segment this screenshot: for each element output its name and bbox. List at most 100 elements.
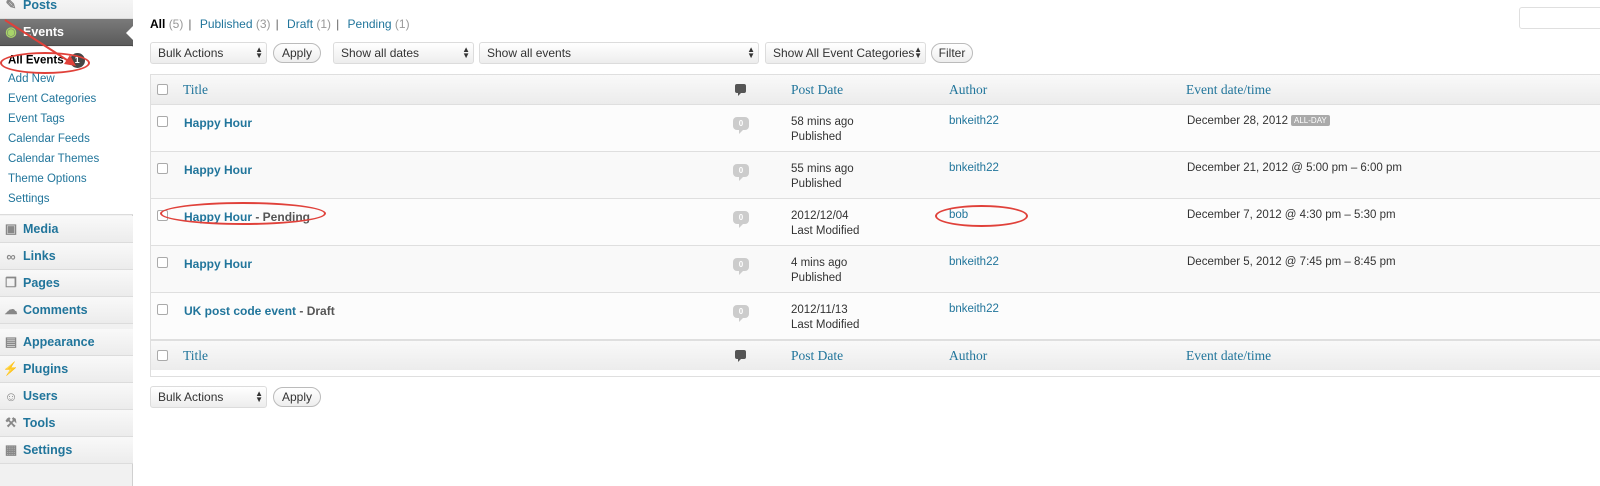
pin-icon: ✎ <box>5 0 17 12</box>
menu-links[interactable]: ∞ Links <box>0 243 133 270</box>
users-icon: ☺ <box>4 388 18 404</box>
submenu-calendar-themes[interactable]: Calendar Themes <box>8 153 99 165</box>
event-title-link[interactable]: Happy Hour <box>184 257 252 271</box>
event-title-link[interactable]: Happy Hour - Pending <box>184 210 310 224</box>
post-date: 58 mins ago Published <box>791 116 854 143</box>
row-checkbox[interactable] <box>157 163 168 174</box>
appearance-icon: ▤ <box>4 334 18 349</box>
view-published[interactable]: Published <box>200 17 253 31</box>
author-link[interactable]: bob <box>949 209 968 221</box>
menu-plugins[interactable]: ⚡ Plugins <box>0 356 133 383</box>
filter-button[interactable]: Filter <box>931 43 973 63</box>
submenu-calendar-feeds[interactable]: Calendar Feeds <box>8 133 90 145</box>
event-date: December 21, 2012 @ 5:00 pm – 6:00 pm <box>1187 162 1402 174</box>
column-author[interactable]: Author <box>949 348 987 364</box>
event-date: December 7, 2012 @ 4:30 pm – 5:30 pm <box>1187 209 1396 221</box>
menu-comments-label: Comments <box>23 303 88 317</box>
select-all-checkbox[interactable] <box>157 84 168 95</box>
column-event-datetime[interactable]: Event date/time <box>1186 82 1271 98</box>
column-post-date[interactable]: Post Date <box>791 348 843 364</box>
submenu-settings[interactable]: Settings <box>8 193 50 205</box>
submenu-event-categories[interactable]: Event Categories <box>8 93 96 105</box>
events-submenu: All Events 1 Add New Event Categories Eve… <box>0 47 133 215</box>
menu-posts-label: Posts <box>23 0 58 12</box>
row-checkbox[interactable] <box>157 257 168 268</box>
menu-appearance-label: Appearance <box>23 335 95 349</box>
author-link[interactable]: bnkeith22 <box>949 115 999 127</box>
pages-icon: ❐ <box>5 275 17 290</box>
view-all[interactable]: All <box>150 17 165 31</box>
comments-icon: ☁ <box>4 302 18 317</box>
apply-button-bottom[interactable]: Apply <box>273 387 321 407</box>
table-row: Happy Hour 0 55 mins ago Published bnkeit… <box>151 152 1600 199</box>
post-date: 4 mins ago Published <box>791 257 848 284</box>
menu-comments[interactable]: ☁ Comments <box>0 297 133 324</box>
menu-plugins-label: Plugins <box>23 362 69 376</box>
table-row: Happy Hour 0 4 mins ago Published bnkeith… <box>151 246 1600 293</box>
pending-count-badge: 1 <box>69 53 85 68</box>
row-checkbox[interactable] <box>157 210 168 221</box>
plugin-icon: ⚡ <box>2 361 20 376</box>
media-icon: ▣ <box>4 221 18 236</box>
column-title[interactable]: Title <box>183 348 208 364</box>
menu-links-label: Links <box>23 249 56 263</box>
events-select[interactable]: Show all events ▲ ▼ <box>479 42 759 64</box>
comment-count-bubble[interactable]: 0 <box>733 164 749 181</box>
author-link[interactable]: bnkeith22 <box>949 162 999 174</box>
bulk-actions-select[interactable]: Bulk Actions ▲ ▼ <box>150 42 267 64</box>
comment-icon <box>735 84 746 96</box>
admin-sidebar: ✎ Posts ◉ Events All Events 1 Add New Eve… <box>0 0 134 486</box>
event-date: December 5, 2012 @ 7:45 pm – 8:45 pm <box>1187 256 1396 268</box>
row-checkbox[interactable] <box>157 304 168 315</box>
comment-count-bubble[interactable]: 0 <box>733 305 749 322</box>
comment-count-bubble[interactable]: 0 <box>733 258 749 275</box>
comment-count-bubble[interactable]: 0 <box>733 117 749 134</box>
view-published-count: (3) <box>255 17 271 31</box>
menu-events[interactable]: ◉ Events <box>0 19 134 46</box>
event-date: December 28, 2012 ALL-DAY <box>1187 115 1330 127</box>
submenu-all-events[interactable]: All Events 1 <box>8 53 85 68</box>
menu-media[interactable]: ▣ Media <box>0 216 133 243</box>
select-arrows-icon: ▲ ▼ <box>255 45 263 60</box>
categories-select[interactable]: Show All Event Categories ▲ ▼ <box>765 42 926 64</box>
menu-appearance[interactable]: ▤ Appearance <box>0 329 133 356</box>
status-views: All (5) | Published (3) | Draft (1) | Pendi… <box>150 17 410 31</box>
column-event-datetime[interactable]: Event date/time <box>1186 348 1271 364</box>
events-table: Title Post Date Author Event date/time H… <box>150 74 1600 377</box>
column-author[interactable]: Author <box>949 82 987 98</box>
event-title-link[interactable]: UK post code event - Draft <box>184 304 335 318</box>
author-link[interactable]: bnkeith22 <box>949 256 999 268</box>
post-date: 2012/12/04 Last Modified <box>791 210 860 237</box>
tools-icon: ⚒ <box>5 415 17 430</box>
menu-settings[interactable]: ▦ Settings <box>0 437 133 464</box>
column-title[interactable]: Title <box>183 82 208 98</box>
menu-settings-label: Settings <box>23 443 73 457</box>
view-pending[interactable]: Pending <box>348 17 392 31</box>
author-link[interactable]: bnkeith22 <box>949 303 999 315</box>
menu-tools[interactable]: ⚒ Tools <box>0 410 133 437</box>
comment-count-bubble[interactable]: 0 <box>733 211 749 228</box>
view-pending-count: (1) <box>394 17 410 31</box>
link-icon: ∞ <box>6 248 16 264</box>
table-footer: Title Post Date Author Event date/time <box>151 340 1600 370</box>
submenu-event-tags[interactable]: Event Tags <box>8 113 65 125</box>
column-post-date[interactable]: Post Date <box>791 82 843 98</box>
dates-select[interactable]: Show all dates ▲ ▼ <box>333 42 474 64</box>
menu-users-label: Users <box>23 389 58 403</box>
event-title-link[interactable]: Happy Hour <box>184 116 252 130</box>
submenu-add-new[interactable]: Add New <box>8 73 55 85</box>
menu-tools-label: Tools <box>23 416 56 430</box>
select-all-checkbox[interactable] <box>157 350 168 361</box>
event-title-link[interactable]: Happy Hour <box>184 163 252 177</box>
search-input[interactable] <box>1519 7 1600 29</box>
view-draft[interactable]: Draft <box>287 17 313 31</box>
menu-posts[interactable]: ✎ Posts <box>0 0 133 19</box>
menu-users[interactable]: ☺ Users <box>0 383 133 410</box>
all-day-badge: ALL-DAY <box>1291 115 1330 126</box>
row-checkbox[interactable] <box>157 116 168 127</box>
table-row: UK post code event - Draft 0 2012/11/13 L… <box>151 293 1600 340</box>
bulk-actions-select-bottom[interactable]: Bulk Actions ▲ ▼ <box>150 386 267 408</box>
submenu-theme-options[interactable]: Theme Options <box>8 173 87 185</box>
apply-button[interactable]: Apply <box>273 43 321 63</box>
menu-pages[interactable]: ❐ Pages <box>0 270 133 297</box>
